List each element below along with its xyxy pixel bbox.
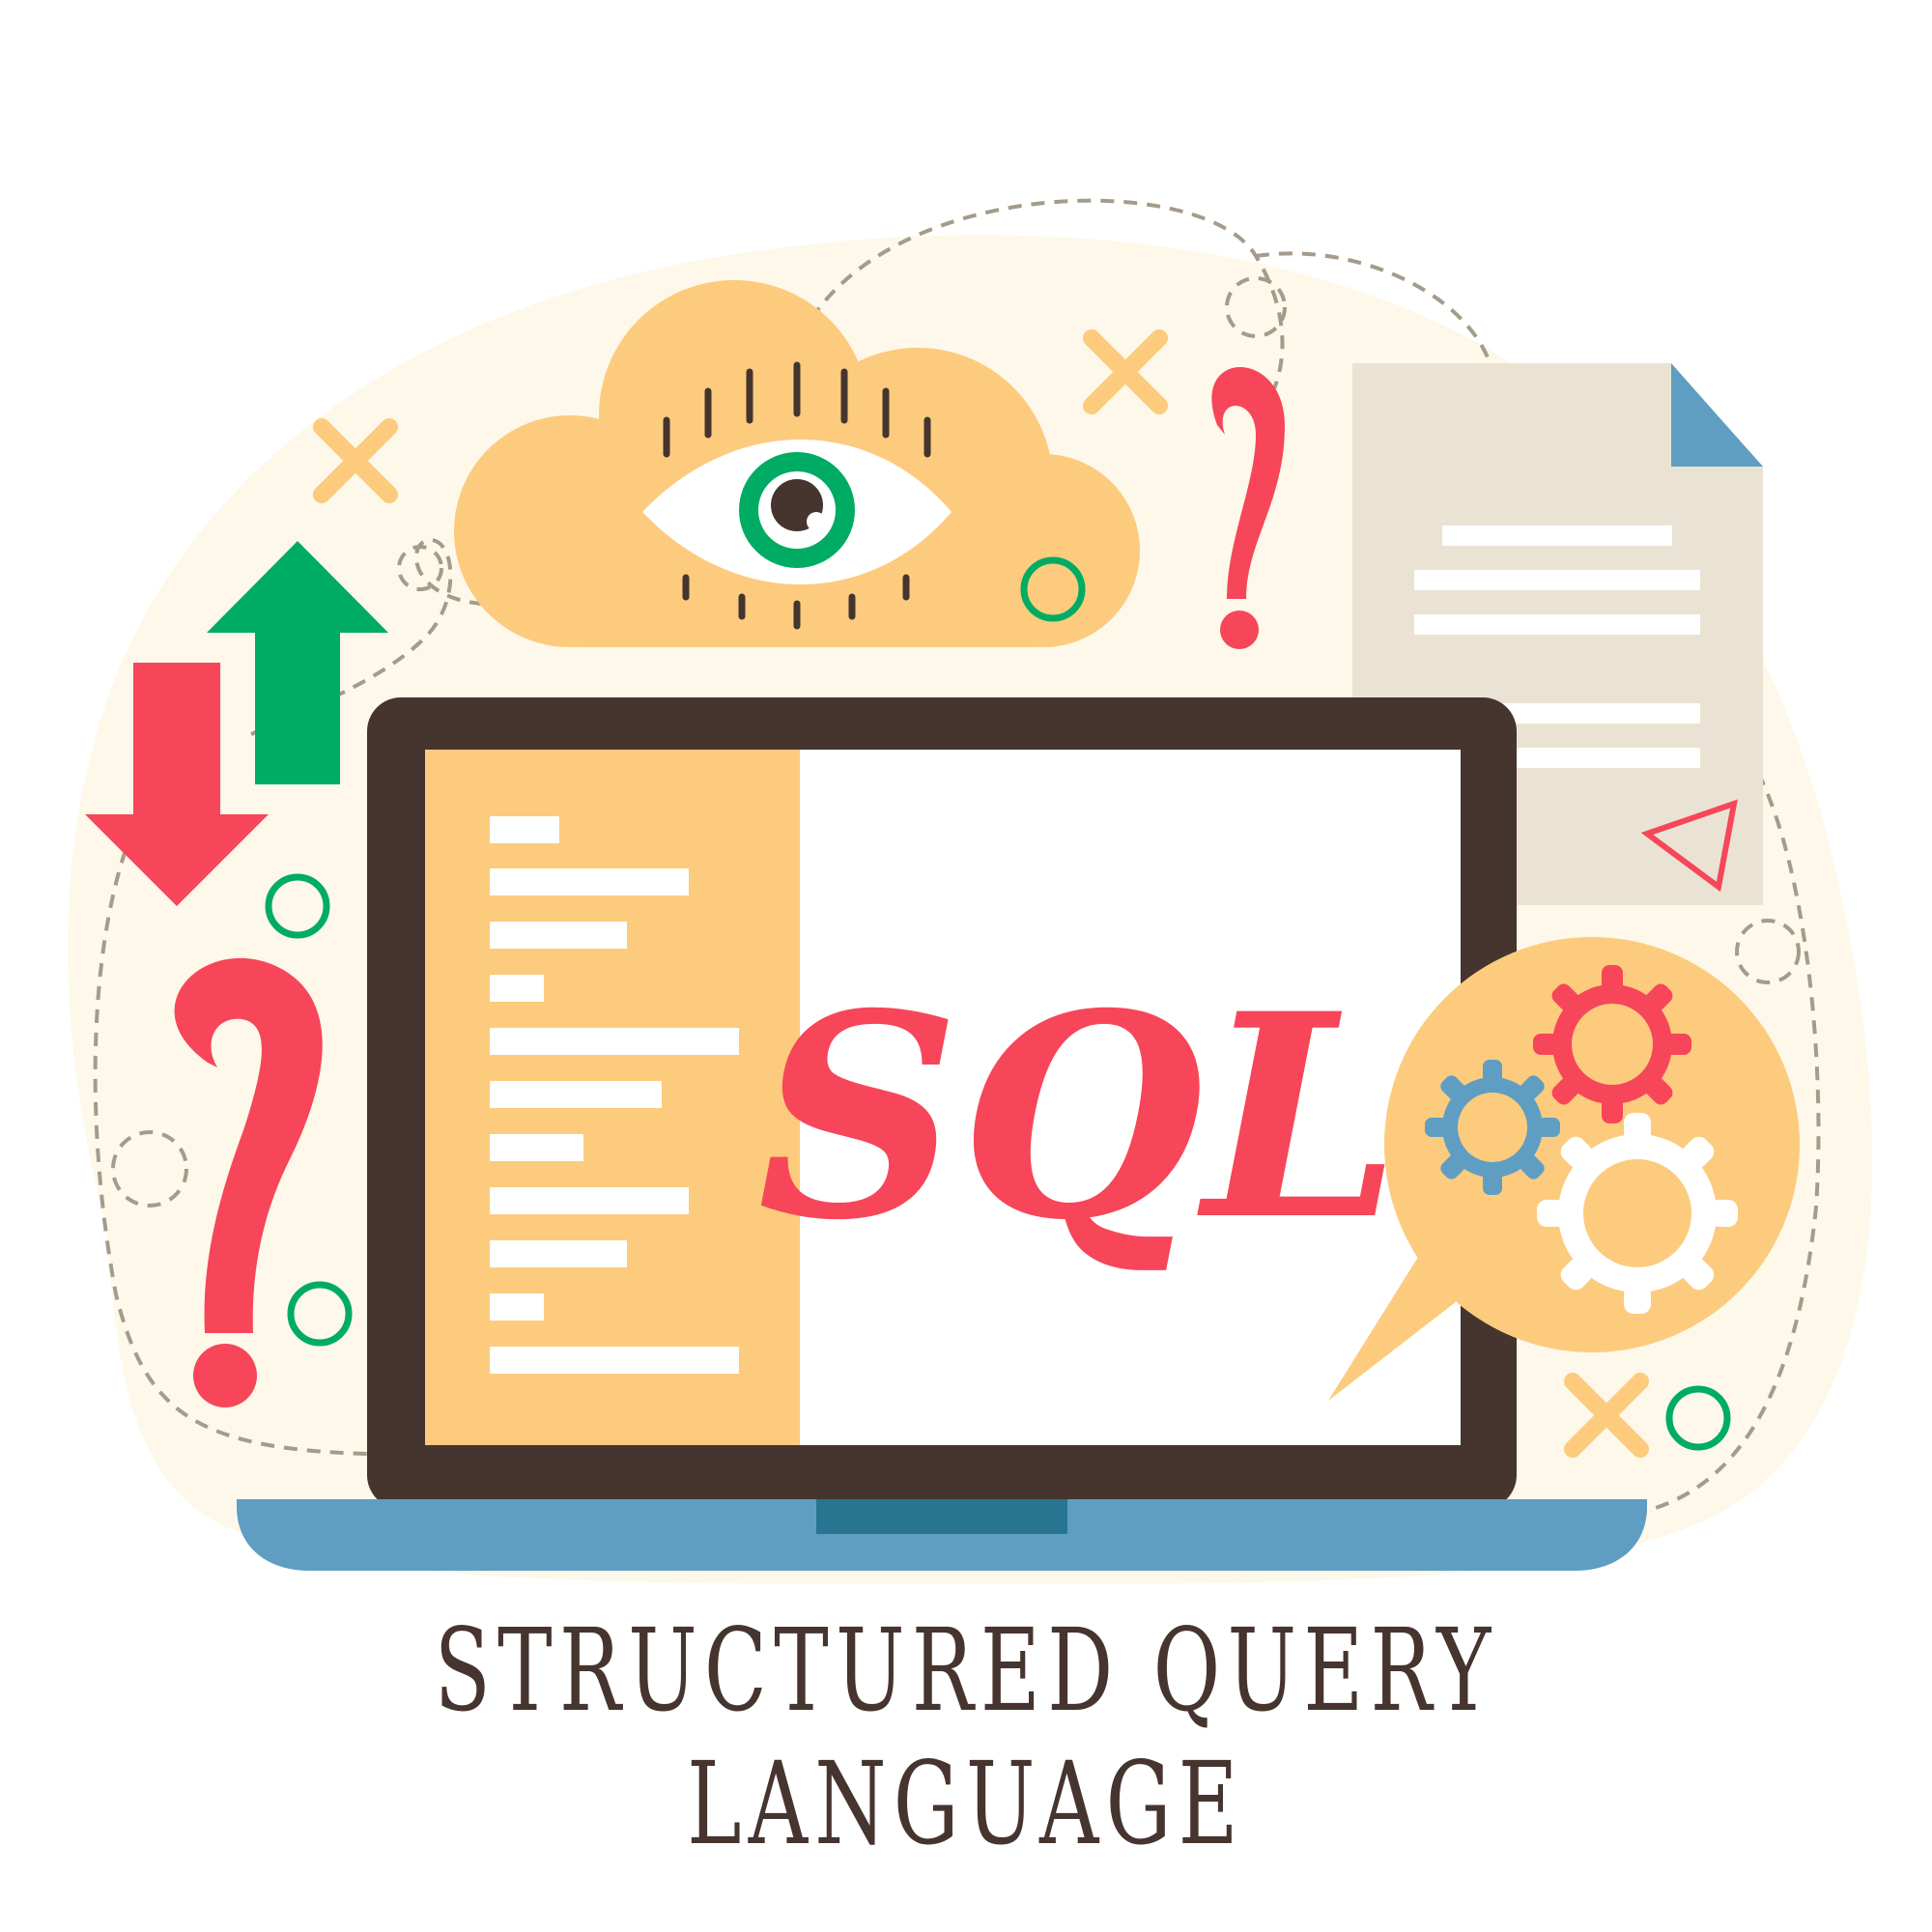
caption-title: STRUCTURED QUERY LANGUAGE bbox=[434, 1604, 1498, 1870]
screen-sql-text: SQL bbox=[757, 953, 1401, 1282]
gear-icon bbox=[1425, 1060, 1560, 1195]
gear-icon bbox=[1533, 965, 1691, 1123]
gear-icon bbox=[1537, 1113, 1738, 1314]
